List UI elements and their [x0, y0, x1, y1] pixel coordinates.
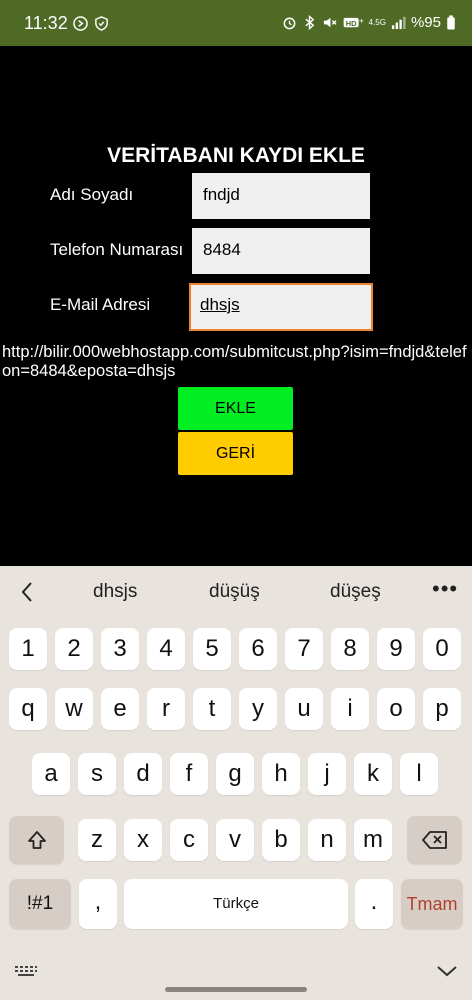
battery-percent: %95	[410, 14, 441, 31]
key-row-numbers-6[interactable]: 7	[285, 628, 323, 670]
key-row-3-6[interactable]: m	[354, 819, 392, 861]
bluetooth-icon	[302, 15, 317, 30]
chevron-down-icon[interactable]	[436, 964, 458, 983]
request-url: http://bilir.000webhostapp.com/submitcus…	[2, 343, 467, 380]
chevron-left-icon[interactable]	[16, 579, 40, 605]
key-row-numbers-5[interactable]: 6	[239, 628, 277, 670]
space-key[interactable]: Türkçe	[124, 879, 348, 929]
key-row-2-7[interactable]: k	[354, 753, 392, 795]
comma-key[interactable]: ,	[79, 879, 117, 929]
mute-icon	[322, 15, 337, 30]
phone-input-value: 8484	[203, 240, 241, 259]
hd-voice-icon: HD +	[342, 15, 364, 30]
network-type: 4.5G	[368, 17, 386, 27]
key-row-1-0[interactable]: q	[9, 688, 47, 730]
key-row-3-3[interactable]: v	[216, 819, 254, 861]
key-row-numbers-2[interactable]: 3	[101, 628, 139, 670]
key-row-numbers-4[interactable]: 5	[193, 628, 231, 670]
key-row-3-2[interactable]: c	[170, 819, 208, 861]
signal-icon	[391, 15, 406, 30]
name-input-value: fndjd	[203, 185, 240, 204]
period-key[interactable]: .	[355, 879, 393, 929]
key-row-2-4[interactable]: g	[216, 753, 254, 795]
status-bar: 11:32 HD + 4.5G %95	[0, 0, 472, 46]
key-row-3-4[interactable]: b	[262, 819, 300, 861]
key-row-2-5[interactable]: h	[262, 753, 300, 795]
add-button[interactable]: EKLE	[178, 387, 293, 430]
key-row-numbers-9[interactable]: 0	[423, 628, 461, 670]
suggestion-2[interactable]: düşüş	[209, 581, 260, 603]
suggestion-1[interactable]: dhsjs	[93, 581, 137, 603]
status-time: 11:32	[24, 13, 68, 33]
done-key[interactable]: Tmam	[401, 879, 463, 929]
key-row-1-7[interactable]: i	[331, 688, 369, 730]
shazam-icon	[73, 16, 88, 31]
key-row-1-6[interactable]: u	[285, 688, 323, 730]
key-row-2-2[interactable]: d	[124, 753, 162, 795]
key-row-1-2[interactable]: e	[101, 688, 139, 730]
keyboard-icon[interactable]	[14, 964, 38, 985]
key-row-2-0[interactable]: a	[32, 753, 70, 795]
key-row-2-3[interactable]: f	[170, 753, 208, 795]
phone-label: Telefon Numarası	[50, 240, 184, 259]
phone-input[interactable]: 8484	[192, 228, 370, 274]
nav-bar	[0, 950, 472, 1000]
shield-icon	[94, 16, 109, 31]
battery-icon	[446, 15, 456, 30]
key-row-3-0[interactable]: z	[78, 819, 116, 861]
svg-text:+: +	[359, 15, 364, 25]
key-row-2-1[interactable]: s	[78, 753, 116, 795]
key-row-numbers-0[interactable]: 1	[9, 628, 47, 670]
key-row-3-1[interactable]: x	[124, 819, 162, 861]
shift-icon	[27, 831, 46, 849]
page-title: VERİTABANI KAYDI EKLE	[107, 144, 365, 167]
symbols-key[interactable]: !#1	[9, 879, 71, 929]
more-options-icon[interactable]: •••	[432, 576, 458, 602]
backspace-key[interactable]	[407, 816, 462, 864]
key-row-2-6[interactable]: j	[308, 753, 346, 795]
key-row-numbers-7[interactable]: 8	[331, 628, 369, 670]
key-row-2-8[interactable]: l	[400, 753, 438, 795]
key-row-1-3[interactable]: r	[147, 688, 185, 730]
key-row-1-9[interactable]: p	[423, 688, 461, 730]
key-row-3-5[interactable]: n	[308, 819, 346, 861]
key-row-numbers-3[interactable]: 4	[147, 628, 185, 670]
key-row-1-4[interactable]: t	[193, 688, 231, 730]
key-row-numbers-8[interactable]: 9	[377, 628, 415, 670]
key-row-1-1[interactable]: w	[55, 688, 93, 730]
email-input[interactable]: dhsjs	[189, 283, 373, 331]
shift-key[interactable]	[9, 816, 64, 864]
home-indicator	[165, 987, 307, 992]
suggestion-bar: dhsjs düşüş düşeş •••	[0, 566, 472, 618]
name-input[interactable]: fndjd	[192, 173, 370, 219]
app-content: VERİTABANI KAYDI EKLE Adı Soyadı fndjd T…	[0, 46, 472, 566]
svg-text:HD: HD	[345, 19, 356, 28]
email-label: E-Mail Adresi	[50, 295, 151, 314]
key-row-numbers-1[interactable]: 2	[55, 628, 93, 670]
backspace-icon	[421, 831, 447, 849]
name-label: Adı Soyadı	[50, 185, 134, 204]
back-button[interactable]: GERİ	[178, 432, 293, 475]
alarm-icon	[282, 15, 297, 30]
soft-keyboard: dhsjs düşüş düşeş ••• 1234567890 qwertyui…	[0, 566, 472, 1000]
key-row-1-5[interactable]: y	[239, 688, 277, 730]
key-row-1-8[interactable]: o	[377, 688, 415, 730]
email-input-value: dhsjs	[200, 295, 240, 314]
suggestion-3[interactable]: düşeş	[330, 581, 381, 603]
